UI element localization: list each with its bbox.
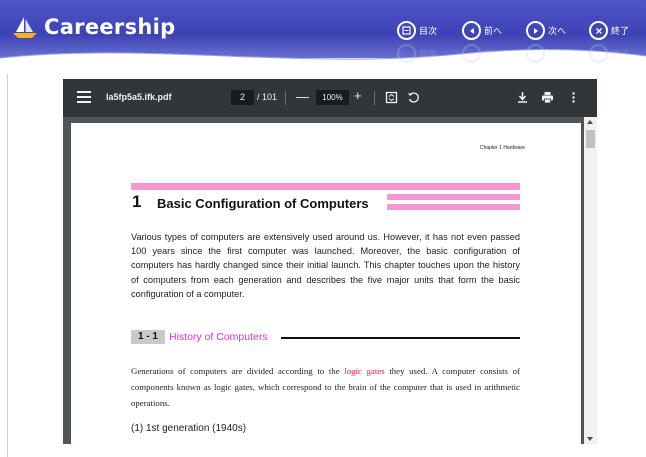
zoom-input[interactable]: 100% (316, 90, 349, 105)
list-icon (397, 21, 416, 40)
subsection-title: History of Computers (169, 330, 272, 344)
subsection-rule (281, 337, 520, 339)
exit-button[interactable]: 終了 (589, 21, 629, 40)
section-accent-bar (387, 204, 520, 210)
pdf-viewer: la5fp5a5.ifk.pdf 2 / 101 — 100% + Chapte… (63, 79, 597, 444)
chapter-header: Chapter 1 Hardware (479, 145, 525, 151)
prev-button[interactable]: 前へ (462, 21, 502, 40)
section-accent-bar (387, 194, 520, 200)
file-name: la5fp5a5.ifk.pdf (106, 92, 172, 102)
vertical-scrollbar[interactable] (584, 117, 597, 444)
intro-paragraph: Various types of computers are extensive… (131, 232, 520, 299)
contents-label: 目次 (419, 27, 438, 37)
prev-reflection: 前へ (462, 44, 502, 63)
brand-name: Careership (44, 15, 176, 39)
prev-label: 前へ (484, 27, 503, 37)
next-button[interactable]: 次へ (526, 21, 566, 40)
app-header: Careership 目次 前へ 次へ 終了 目次 前へ 次へ 終了 (0, 0, 646, 74)
careership-logo[interactable]: Careership (10, 14, 175, 40)
more-options-icon[interactable] (567, 91, 580, 104)
generations-paragraph: Generations of computers are divided acc… (131, 366, 520, 408)
print-icon[interactable] (541, 91, 554, 104)
next-reflection: 次へ (526, 44, 566, 63)
rotate-icon[interactable] (407, 91, 420, 104)
logic-gates-highlight: logic gates (344, 366, 385, 376)
exit-label: 終了 (611, 27, 630, 37)
scroll-down-arrow-icon[interactable] (587, 437, 593, 441)
arrow-left-icon (462, 21, 481, 40)
pdf-toolbar: la5fp5a5.ifk.pdf 2 / 101 — 100% + (63, 79, 597, 117)
contents-button[interactable]: 目次 (397, 21, 437, 40)
total-pages: / 101 (257, 92, 278, 102)
close-icon (589, 21, 608, 40)
fit-page-icon[interactable] (385, 91, 398, 104)
contents-reflection: 目次 (397, 44, 437, 63)
section-title: Basic Configuration of Computers (157, 196, 373, 211)
section-accent-bar (131, 183, 520, 190)
generation-list-item: (1) 1st generation (1940s) (131, 423, 247, 434)
next-label: 次へ (548, 27, 567, 37)
toolbar-divider (285, 91, 286, 105)
zoom-out-button[interactable]: — (296, 89, 309, 104)
pdf-page: Chapter 1 Hardware 1 Basic Configuration… (71, 123, 581, 444)
subsection-number: 1 - 1 (131, 330, 165, 344)
section-number: 1 (132, 192, 142, 211)
toolbar-divider (374, 91, 375, 105)
download-icon[interactable] (516, 91, 529, 104)
exit-reflection: 終了 (589, 44, 629, 63)
ship-icon (13, 17, 37, 38)
menu-icon[interactable] (77, 91, 91, 103)
arrow-right-icon (526, 21, 545, 40)
scroll-up-arrow-icon[interactable] (587, 120, 593, 124)
page-number-input[interactable]: 2 (231, 90, 254, 105)
zoom-in-button[interactable]: + (354, 88, 362, 103)
scrollbar-thumb[interactable] (586, 130, 595, 148)
frame-border (7, 74, 8, 457)
